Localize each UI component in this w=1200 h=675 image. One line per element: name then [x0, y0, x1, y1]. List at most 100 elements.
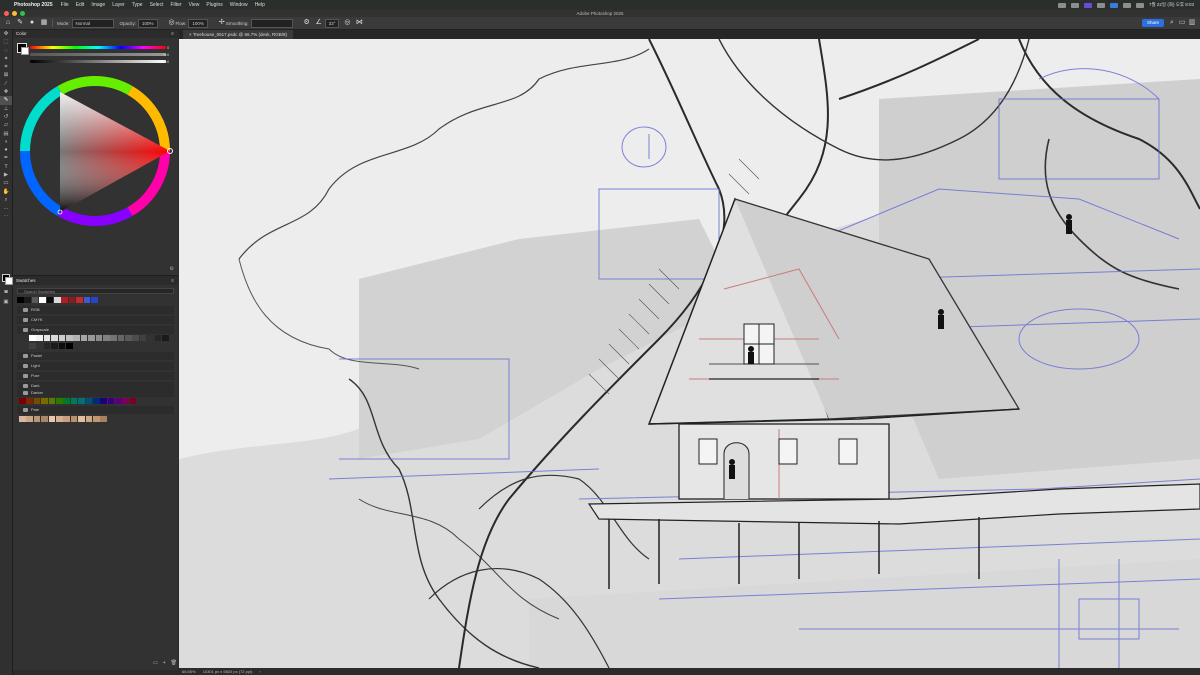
- new-swatch-icon[interactable]: +: [163, 660, 166, 666]
- magic-wand-tool-icon[interactable]: ✦: [0, 55, 12, 63]
- swatches-search-input[interactable]: Search Swatches: [17, 288, 174, 294]
- dodge-tool-icon[interactable]: ●: [0, 146, 12, 154]
- color-swatch[interactable]: [102, 335, 110, 341]
- color-swatch[interactable]: [85, 416, 93, 422]
- color-swatch[interactable]: [48, 416, 56, 422]
- workspace-icon[interactable]: ▭: [1178, 19, 1186, 27]
- color-swatch[interactable]: [162, 335, 169, 341]
- opacity-input[interactable]: 100%: [138, 18, 158, 28]
- swatch-folder-grayscale[interactable]: Grayscale: [17, 326, 174, 334]
- tray-app-icon[interactable]: [1097, 2, 1106, 8]
- tray-app-icon[interactable]: [1071, 2, 1080, 8]
- search-icon[interactable]: ⌕: [1168, 19, 1176, 27]
- background-color-swatch[interactable]: [5, 277, 13, 285]
- color-swatch[interactable]: [92, 398, 100, 404]
- zoom-level[interactable]: 66.65%: [182, 669, 196, 674]
- color-swatch[interactable]: [92, 416, 100, 422]
- color-swatch[interactable]: [41, 398, 48, 404]
- color-swatch[interactable]: [139, 335, 147, 341]
- color-swatch[interactable]: [68, 297, 76, 303]
- color-swatch[interactable]: [29, 335, 36, 341]
- home-icon[interactable]: ⌂: [4, 19, 12, 27]
- zoom-tool-icon[interactable]: ⌕: [0, 196, 12, 204]
- panel-menu-icon[interactable]: ≡: [171, 277, 174, 285]
- color-swatch[interactable]: [53, 297, 61, 303]
- tray-app-icon[interactable]: [1084, 2, 1093, 8]
- color-swatch[interactable]: [100, 398, 107, 404]
- pen-tool-icon[interactable]: ✒: [0, 154, 12, 162]
- menu-edit[interactable]: Edit: [76, 2, 85, 8]
- color-swatch[interactable]: [70, 398, 78, 404]
- angle-input[interactable]: 33°: [324, 18, 340, 28]
- menu-file[interactable]: File: [61, 2, 69, 8]
- color-swatch[interactable]: [147, 335, 154, 341]
- lasso-tool-icon[interactable]: ◌: [0, 47, 12, 55]
- menu-image[interactable]: Image: [91, 2, 105, 8]
- swatch-folder-cmyk[interactable]: CMYK: [17, 316, 174, 324]
- color-swatch[interactable]: [63, 416, 70, 422]
- symmetry-icon[interactable]: ⋈: [355, 19, 363, 27]
- color-swatch[interactable]: [31, 297, 39, 303]
- swatch-folder-pale[interactable]: Pale: [17, 406, 174, 414]
- tray-app-icon[interactable]: [1110, 2, 1119, 8]
- move-tool-icon[interactable]: ✥: [0, 30, 12, 38]
- canvas[interactable]: [179, 39, 1200, 668]
- color-swatch[interactable]: [58, 343, 66, 349]
- color-swatch[interactable]: [19, 416, 26, 422]
- color-swatch[interactable]: [63, 398, 70, 404]
- color-swatch[interactable]: [17, 297, 24, 303]
- color-swatch[interactable]: [29, 343, 36, 349]
- pressure-opacity-icon[interactable]: ◎: [168, 19, 176, 27]
- color-swatch[interactable]: [76, 297, 83, 303]
- edit-toolbar-icon[interactable]: ⋯: [0, 213, 12, 221]
- color-swatch[interactable]: [90, 297, 98, 303]
- color-swatch[interactable]: [51, 343, 58, 349]
- hue-value[interactable]: 0: [167, 45, 175, 50]
- brightness-slider[interactable]: [30, 60, 166, 63]
- color-swatch[interactable]: [26, 398, 33, 404]
- brightness-value[interactable]: 0: [167, 59, 175, 64]
- color-swatch[interactable]: [83, 297, 91, 303]
- color-swatch[interactable]: [78, 398, 85, 404]
- brush-tool-icon[interactable]: ✎: [16, 19, 24, 27]
- menu-window[interactable]: Window: [230, 2, 248, 8]
- color-swatch[interactable]: [36, 335, 43, 341]
- saturation-slider[interactable]: [30, 53, 166, 56]
- color-panel-tab[interactable]: Color: [13, 30, 178, 38]
- frame-tool-icon[interactable]: ⊠: [0, 71, 12, 79]
- new-group-icon[interactable]: ▭: [153, 660, 158, 666]
- airbrush-icon[interactable]: ✢: [218, 19, 226, 27]
- history-brush-icon[interactable]: ↺: [0, 113, 12, 121]
- flow-input[interactable]: 100%: [188, 18, 208, 28]
- menu-layer[interactable]: Layer: [112, 2, 125, 8]
- color-swatch[interactable]: [26, 416, 33, 422]
- color-swatch[interactable]: [51, 335, 58, 341]
- mode-select[interactable]: Normal: [71, 18, 114, 28]
- color-swatch[interactable]: [88, 335, 95, 341]
- color-swatch[interactable]: [19, 398, 26, 404]
- wifi-icon[interactable]: [1123, 2, 1132, 8]
- color-swatch[interactable]: [65, 343, 73, 349]
- battery-icon[interactable]: [1136, 2, 1145, 8]
- pressure-size-icon[interactable]: ◎: [343, 19, 351, 27]
- color-swatch[interactable]: [122, 398, 130, 404]
- shape-tool-icon[interactable]: ▭: [0, 179, 12, 187]
- healing-tool-icon[interactable]: ✚: [0, 88, 12, 96]
- swatch-folder-rgb[interactable]: RGB: [17, 306, 174, 314]
- background-color-chip[interactable]: [21, 47, 29, 55]
- menu-select[interactable]: Select: [150, 2, 164, 8]
- swatch-folder-pure[interactable]: Pure: [17, 372, 174, 380]
- color-swatch[interactable]: [154, 335, 162, 341]
- swatch-folder-light[interactable]: Light: [17, 362, 174, 370]
- gear-icon[interactable]: ⚙: [303, 19, 311, 27]
- quick-mask-icon[interactable]: ◙: [0, 288, 12, 296]
- color-swatch[interactable]: [132, 335, 140, 341]
- color-swatch[interactable]: [95, 335, 103, 341]
- screen-mode-icon[interactable]: ▣: [0, 298, 12, 306]
- color-swatch[interactable]: [117, 335, 125, 341]
- marquee-tool-icon[interactable]: ⬚: [0, 38, 12, 46]
- color-swatch[interactable]: [70, 416, 78, 422]
- hue-slider[interactable]: [30, 46, 166, 49]
- color-swatch[interactable]: [33, 398, 41, 404]
- blur-tool-icon[interactable]: ◖: [0, 138, 12, 146]
